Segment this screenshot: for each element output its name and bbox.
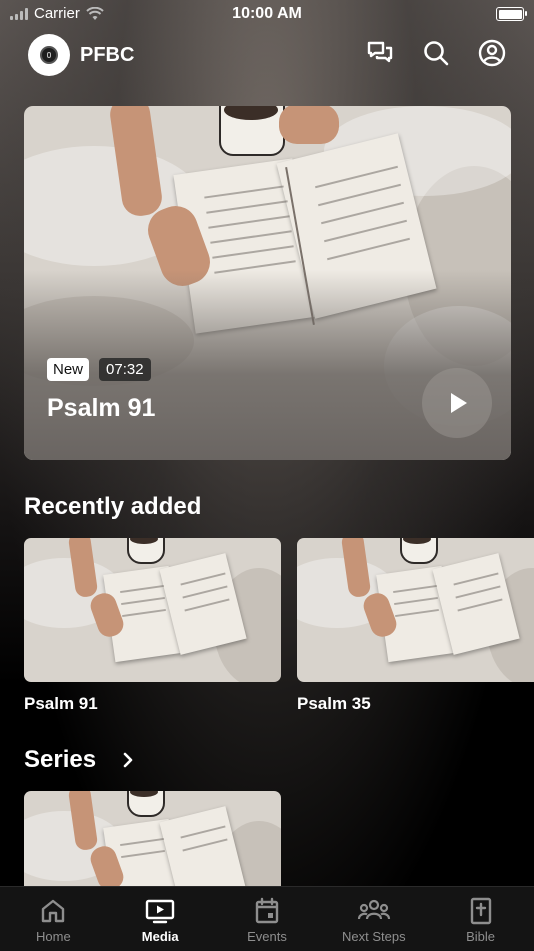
series-thumbnail <box>24 791 281 891</box>
media-title: Psalm 91 <box>24 694 98 713</box>
tab-label: Home <box>36 929 71 944</box>
media-card[interactable]: Psalm 91 <box>24 538 281 714</box>
duration-badge: 07:32 <box>99 358 151 381</box>
media-title: Psalm 35 <box>297 694 371 713</box>
app-header: PFBC <box>28 33 506 76</box>
battery-icon <box>496 7 527 21</box>
tab-events[interactable]: Events <box>214 887 321 951</box>
bible-icon <box>470 897 491 925</box>
tab-bible[interactable]: Bible <box>427 887 534 951</box>
play-icon <box>451 393 467 413</box>
tab-home[interactable]: Home <box>0 887 107 951</box>
recently-added-heading: Recently added <box>24 493 202 520</box>
play-button[interactable] <box>422 368 492 438</box>
tab-bar: Home Media Events Next Steps Bible <box>0 886 534 951</box>
series-card[interactable] <box>24 791 281 891</box>
brand-name: PFBC <box>80 44 135 66</box>
media-thumbnail <box>24 538 281 682</box>
calendar-icon <box>255 897 279 924</box>
church-logo[interactable] <box>28 34 70 76</box>
hero-tags: New 07:32 <box>47 358 151 381</box>
search-icon[interactable] <box>422 39 450 67</box>
new-badge: New <box>47 358 90 381</box>
status-time: 10:00 AM <box>232 5 302 22</box>
chevron-right-icon[interactable] <box>120 750 136 770</box>
people-icon <box>357 899 390 920</box>
media-thumbnail <box>297 538 534 682</box>
tab-label: Media <box>141 929 179 944</box>
status-bar: Carrier 10:00 AM <box>0 0 534 28</box>
hero-title: Psalm 91 <box>47 394 156 422</box>
account-icon[interactable] <box>478 39 506 67</box>
tab-next-steps[interactable]: Next Steps <box>320 887 427 951</box>
tab-label: Next Steps <box>341 929 406 944</box>
chat-icon[interactable] <box>366 39 394 67</box>
tab-label: Events <box>247 929 287 944</box>
media-icon <box>145 899 175 924</box>
tab-media[interactable]: Media <box>107 887 214 951</box>
tab-label: Bible <box>466 929 496 944</box>
media-card[interactable]: Psalm 35 <box>297 538 534 714</box>
featured-media-card[interactable]: New 07:32 Psalm 91 <box>24 106 511 460</box>
series-heading[interactable]: Series <box>24 746 96 774</box>
home-icon <box>42 899 65 923</box>
